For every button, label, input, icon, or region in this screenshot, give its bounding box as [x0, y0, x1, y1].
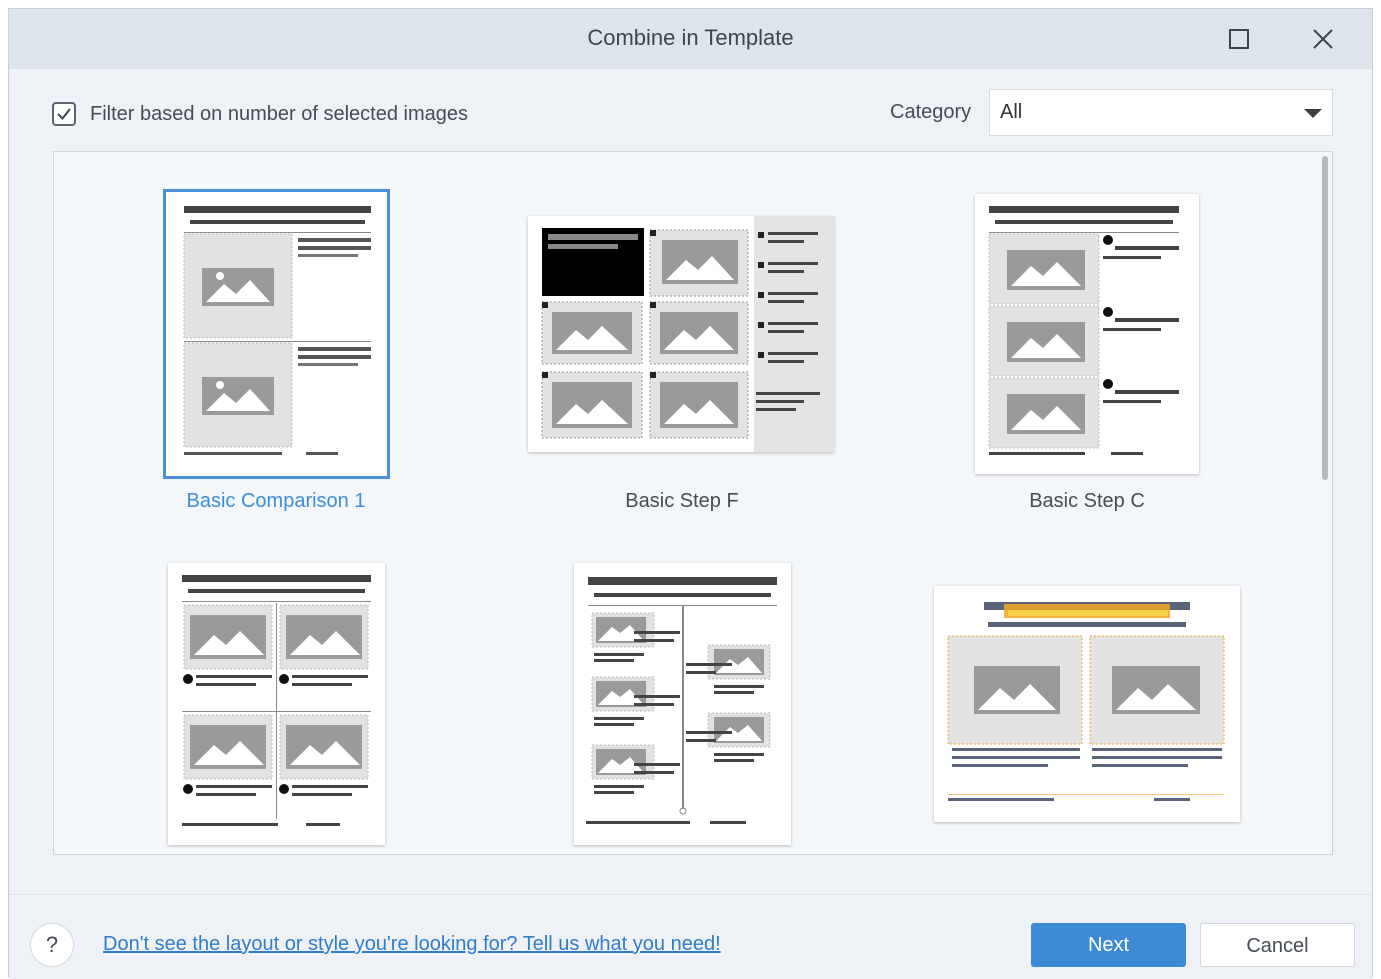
template-thumbnail: [934, 586, 1240, 822]
title-bar: Combine in Template: [9, 9, 1372, 69]
template-caption: Basic Step C: [1029, 490, 1145, 512]
combine-template-dialog: Combine in Template Filter based on numb…: [8, 8, 1373, 979]
category-dropdown[interactable]: All: [989, 89, 1333, 136]
category-label: Category: [890, 101, 972, 123]
dialog-footer: ? Don't see the layout or style you're l…: [9, 894, 1372, 979]
checkmark-icon: [57, 108, 71, 121]
template-thumbnail: [168, 563, 385, 845]
template-thumbnail: [163, 189, 390, 479]
template-caption: Basic Comparison 1: [186, 490, 366, 512]
next-button[interactable]: Next: [1031, 923, 1186, 967]
dialog-title: Combine in Template: [587, 25, 794, 50]
template-caption: Basic Step F: [625, 490, 739, 512]
cancel-button[interactable]: Cancel: [1200, 923, 1355, 967]
template-thumbnail: [975, 194, 1199, 474]
template-thumbnail: [528, 216, 834, 452]
filter-checkbox[interactable]: [52, 102, 76, 126]
scrollbar-thumb[interactable]: [1322, 156, 1328, 480]
close-icon: [1313, 29, 1333, 49]
help-button[interactable]: ?: [30, 923, 74, 967]
category-value: All: [1000, 101, 1023, 123]
filter-row: Filter based on number of selected image…: [52, 99, 468, 129]
feedback-link[interactable]: Don't see the layout or style you're loo…: [103, 933, 721, 956]
maximize-button[interactable]: [1221, 23, 1257, 55]
chevron-down-icon: [1304, 109, 1322, 118]
filter-label: Filter based on number of selected image…: [90, 102, 468, 125]
template-thumbnail: [574, 563, 791, 845]
maximize-icon: [1229, 29, 1249, 49]
close-button[interactable]: [1305, 23, 1341, 55]
template-gallery: Basic Comparison 1 Basic Step F Basic St…: [53, 151, 1333, 855]
